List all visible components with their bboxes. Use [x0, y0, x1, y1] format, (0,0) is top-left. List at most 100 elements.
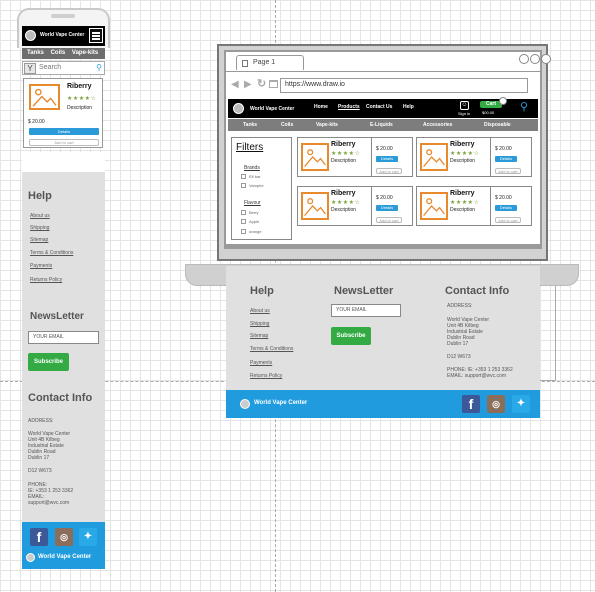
details-button[interactable]: Details [495, 205, 517, 211]
logo-icon[interactable] [240, 399, 250, 409]
email-field[interactable]: YOUR EMAIL [331, 304, 401, 317]
back-icon[interactable]: ◀ [231, 79, 239, 90]
category-accessories[interactable]: Accessories [423, 122, 452, 128]
site-header: World Vape Center Home Products Contact … [228, 97, 538, 118]
product-title[interactable]: Riberry [450, 190, 475, 197]
address-bar[interactable]: https://www.draw.io [280, 78, 528, 93]
footer-link-shipping[interactable]: Shipping [250, 321, 269, 327]
flavour-option-berry[interactable]: Berry [249, 210, 259, 215]
footer-brand[interactable]: World Vape Center [38, 554, 91, 560]
add-to-cart-button[interactable]: Add to cart [376, 168, 402, 174]
product-title[interactable]: Riberry [67, 83, 92, 90]
menu-products[interactable]: Products [338, 104, 360, 110]
brand-name[interactable]: World Vape Center [40, 32, 84, 38]
search-icon[interactable]: ⚲ [520, 102, 528, 113]
product-title[interactable]: Riberry [450, 141, 475, 148]
details-button[interactable]: Details [495, 156, 517, 162]
checkbox-berry[interactable] [241, 210, 246, 215]
reload-icon[interactable]: ↻ [257, 77, 266, 90]
footer-link-terms[interactable]: Terms & Conditions [250, 346, 293, 352]
cart-amount: $00.00 [482, 110, 495, 115]
product-card[interactable]: Riberry ★★★★☆ Description $ 20.00 Detail… [297, 137, 413, 177]
product-card[interactable]: Riberry ★★★★☆ Description $ 20.00 Detail… [416, 137, 532, 177]
category-vape-kits[interactable]: Vape-kits [316, 122, 338, 128]
email-field[interactable]: YOUR EMAIL [28, 331, 99, 344]
phone-category-nav: Tanks Coils Vape-kits [22, 48, 105, 59]
brand-option-elf-bar[interactable]: Elf bar [249, 174, 261, 179]
product-price: $ 20.00 [28, 119, 45, 125]
checkbox-apple[interactable] [241, 219, 246, 224]
brand-name[interactable]: World Vape Center [250, 106, 294, 112]
window-maximize-icon[interactable] [530, 54, 540, 64]
product-title[interactable]: Riberry [331, 190, 356, 197]
footer-brand[interactable]: World Vape Center [254, 400, 307, 406]
footer-link-payments[interactable]: Payments [250, 360, 272, 366]
product-price: $ 20.00 [495, 146, 512, 152]
details-button[interactable]: Details [376, 205, 398, 211]
logo-icon[interactable] [26, 553, 35, 562]
card-divider [490, 138, 491, 176]
nav-item-tanks[interactable]: Tanks [27, 48, 44, 59]
footer-link-sitemap[interactable]: Sitemap [30, 237, 48, 243]
address-line: Dublin 17 [447, 341, 469, 347]
menu-help[interactable]: Help [403, 104, 414, 110]
instagram-icon[interactable]: ◎ [55, 528, 73, 546]
twitter-icon[interactable]: ✦ [512, 395, 530, 413]
add-to-cart-button[interactable]: Add to cart [495, 168, 521, 174]
footer-link-sitemap[interactable]: Sitemap [250, 333, 268, 339]
nav-item-vape-kits[interactable]: Vape-kits [72, 48, 98, 59]
footer-link-returns[interactable]: Returns Policy [30, 277, 62, 283]
menu-contact-us[interactable]: Contact Us [366, 104, 392, 110]
flavour-option-orange[interactable]: orange [249, 229, 261, 234]
logo-icon[interactable] [233, 103, 244, 114]
logo-icon[interactable] [25, 30, 36, 41]
footer-link-payments[interactable]: Payments [30, 263, 52, 269]
window-close-icon[interactable] [541, 54, 551, 64]
subscribe-button[interactable]: Subscribe [28, 353, 69, 371]
product-description: Description [67, 105, 93, 111]
window-minimize-icon[interactable] [519, 54, 529, 64]
details-button[interactable]: Details [29, 128, 99, 135]
category-coils[interactable]: Coils [281, 122, 293, 128]
checkbox-elf-bar[interactable] [241, 174, 246, 179]
footer-link-about[interactable]: About us [250, 308, 270, 314]
filter-icon[interactable]: Y [24, 63, 36, 74]
footer-link-about[interactable]: About us [30, 213, 50, 219]
browser-tab[interactable]: Page 1 [236, 55, 304, 70]
email-address: support@wvc.com [28, 500, 70, 506]
nav-item-coils[interactable]: Coils [51, 48, 66, 59]
category-disposable[interactable]: Disposable [484, 122, 511, 128]
checkbox-vampire[interactable] [241, 183, 246, 188]
brand-option-vampire[interactable]: Vampire [249, 183, 264, 188]
search-icon[interactable]: ⚲ [96, 63, 102, 72]
user-icon[interactable]: ☺ [460, 101, 469, 110]
product-card[interactable]: Riberry ★★★★☆ Description $ 20.00 Detail… [297, 186, 413, 226]
add-to-cart-button[interactable]: Add to cart [495, 217, 521, 223]
product-card[interactable]: Riberry ★★★★☆ Description $ 20.00 Detail… [23, 78, 103, 148]
instagram-icon[interactable]: ◎ [487, 395, 505, 413]
hamburger-menu-icon[interactable] [89, 28, 103, 43]
footer-link-returns[interactable]: Returns Policy [250, 373, 282, 379]
subscribe-button[interactable]: Subscribe [331, 327, 371, 345]
category-tanks[interactable]: Tanks [243, 122, 257, 128]
details-button[interactable]: Details [376, 156, 398, 162]
add-to-cart-button[interactable]: Add to cart [376, 217, 402, 223]
flavour-option-apple[interactable]: Apple [249, 219, 259, 224]
footer-link-terms[interactable]: Terms & Conditions [30, 250, 73, 256]
forward-icon[interactable]: ▶ [244, 79, 252, 90]
category-e-liquids[interactable]: E-Liquids [370, 122, 393, 128]
twitter-icon[interactable]: ✦ [79, 528, 97, 546]
signin-label[interactable]: Sign in [458, 111, 470, 116]
home-icon[interactable] [269, 80, 278, 88]
checkbox-orange[interactable] [241, 229, 246, 234]
facebook-icon[interactable]: f [462, 395, 480, 413]
address-line: Dublin 17 [28, 455, 50, 461]
footer-link-shipping[interactable]: Shipping [30, 225, 49, 231]
facebook-icon[interactable]: f [30, 528, 48, 546]
menu-home[interactable]: Home [314, 104, 328, 110]
product-card[interactable]: Riberry ★★★★☆ Description $ 20.00 Detail… [416, 186, 532, 226]
rating-stars: ★★★★☆ [450, 151, 480, 157]
search-input[interactable]: Search [39, 64, 61, 71]
product-title[interactable]: Riberry [331, 141, 356, 148]
add-to-cart-button[interactable]: Add to cart [29, 139, 99, 146]
